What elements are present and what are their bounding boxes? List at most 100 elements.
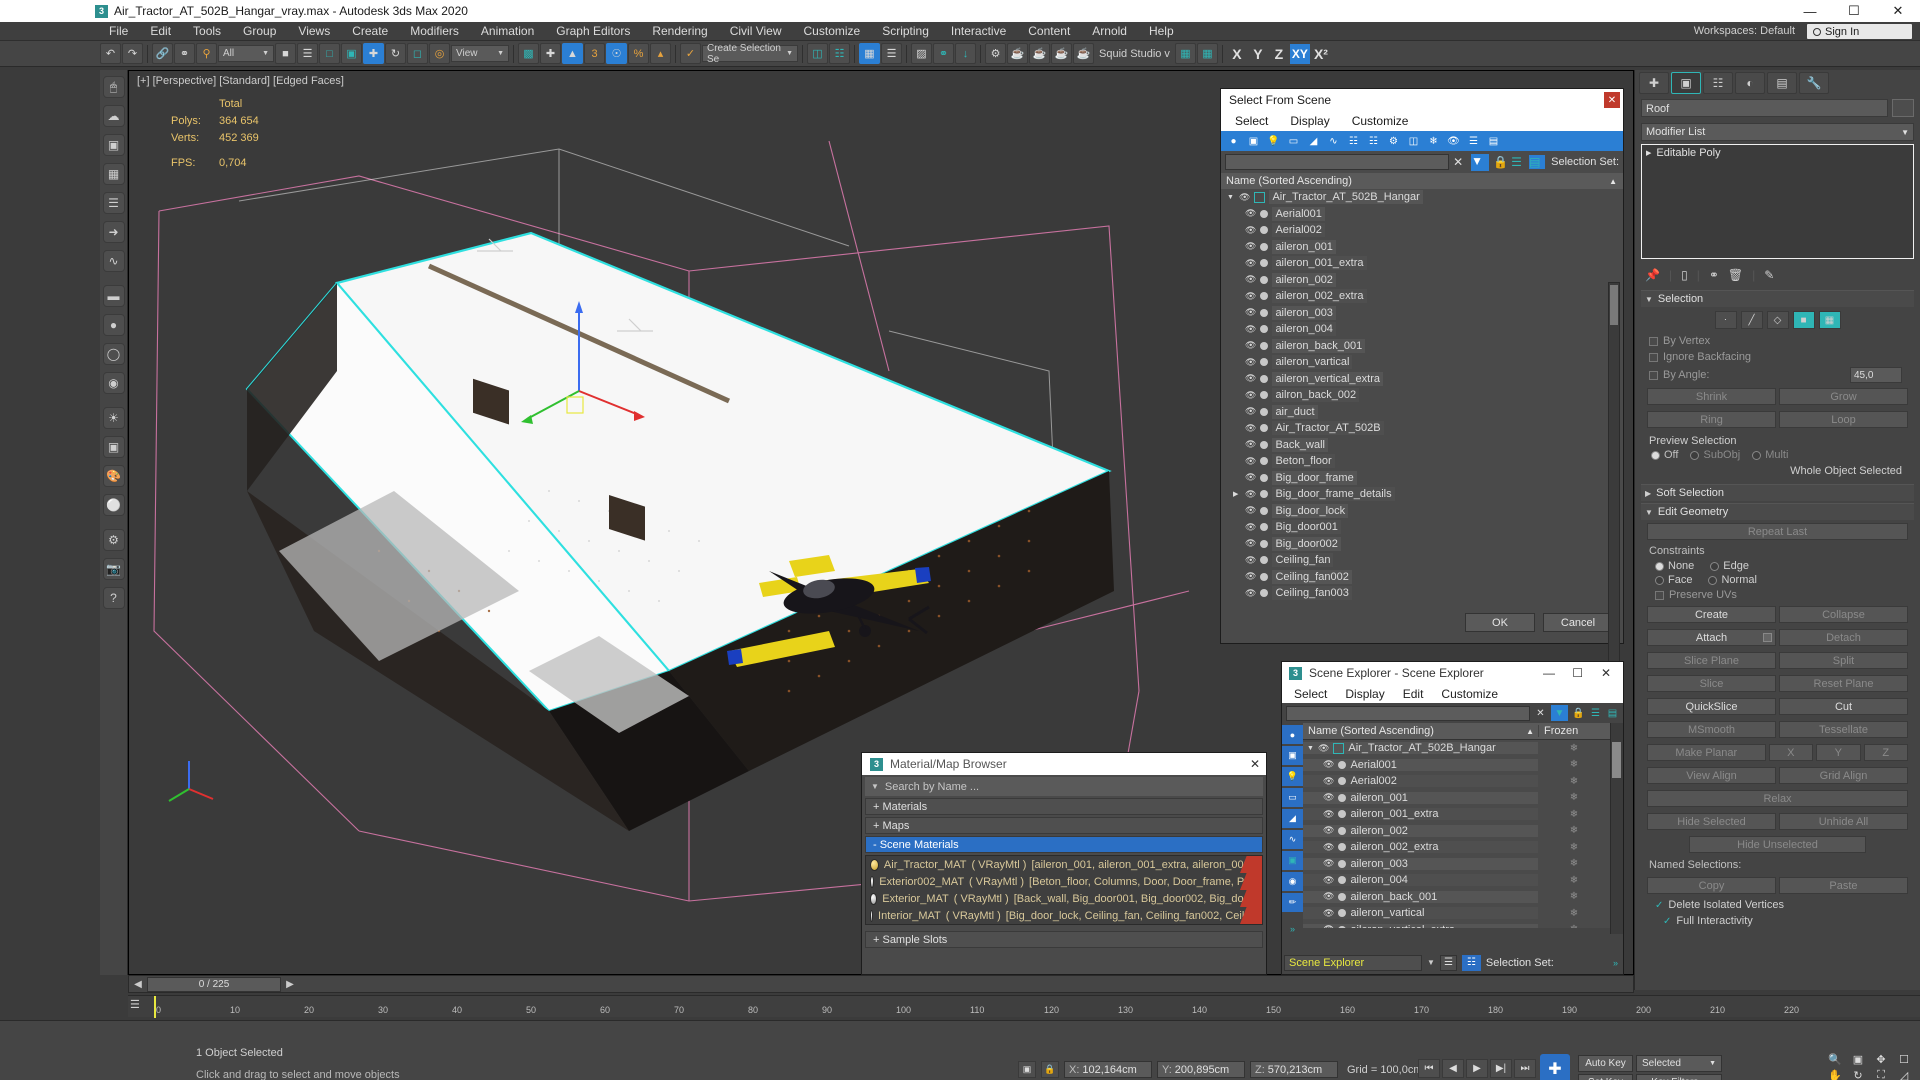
vertex-subobject-icon[interactable]: ⋅	[1714, 311, 1737, 329]
tree-row[interactable]: 👁 Ceiling_fan003	[1221, 585, 1623, 602]
time-slider-next-icon[interactable]: ▶	[281, 979, 299, 990]
visibility-icon[interactable]: 👁	[1245, 423, 1256, 434]
modifier-list-dropdown[interactable]: Modifier List ▼	[1641, 123, 1914, 141]
visibility-icon[interactable]: 👁	[1245, 406, 1256, 417]
time-slider-prev-icon[interactable]: ◀	[129, 979, 147, 990]
by-angle-row[interactable]: By Angle: 45,0	[1641, 365, 1914, 385]
select-and-move-icon[interactable]: ✚	[363, 43, 384, 64]
make-planar-button[interactable]: Make Planar	[1647, 744, 1766, 761]
se-frozen-cell[interactable]: ❄	[1538, 809, 1610, 820]
light-tool-icon[interactable]: ☀	[102, 407, 125, 429]
tree-scrollbar-thumb[interactable]	[1610, 285, 1618, 325]
filter-lights-icon[interactable]: 💡	[1265, 133, 1282, 149]
previous-frame-icon[interactable]: ◀	[1442, 1059, 1464, 1078]
visibility-icon[interactable]: 👁	[1245, 307, 1256, 318]
material-map-browser[interactable]: 3 Material/Map Browser ✕ ▼ Search by Nam…	[861, 752, 1267, 975]
render-iterative-icon[interactable]: ☕	[1051, 43, 1072, 64]
tree-row[interactable]: 👁 Ceiling_fan	[1221, 552, 1623, 569]
remove-modifier-icon[interactable]: 🗑	[1728, 268, 1743, 282]
reference-coordinate-combo[interactable]: View ▼	[451, 45, 509, 62]
pin-stack-icon[interactable]: 📌	[1645, 268, 1660, 282]
se-tree-row[interactable]: 👁 Aerial002 ❄	[1303, 773, 1610, 790]
root-expand-icon[interactable]: ▼	[1227, 194, 1235, 201]
key-filters-button[interactable]: Key Filters...	[1636, 1074, 1722, 1080]
visibility-icon[interactable]: 👁	[1245, 324, 1256, 335]
unhide-all-button[interactable]: Unhide All	[1779, 813, 1908, 830]
cloud-tool-icon[interactable]: ☁	[102, 105, 125, 127]
se-frozen-cell[interactable]: ❄	[1538, 759, 1610, 770]
snapshot-tool-icon[interactable]: 📷	[102, 558, 125, 580]
side-filter-lights-icon[interactable]: 💡	[1282, 767, 1303, 786]
select-and-rotate-icon[interactable]: ↻	[385, 43, 406, 64]
redo-icon[interactable]: ↷	[122, 43, 143, 64]
se-tree-row[interactable]: 👁 aileron_001_extra ❄	[1303, 806, 1610, 823]
se-tree-row[interactable]: 👁 aileron_002 ❄	[1303, 823, 1610, 840]
mmb-material-list[interactable]: Air_Tractor_MAT( VRayMtl ) [aileron_001, …	[865, 855, 1263, 925]
tree-scrollbar[interactable]	[1608, 282, 1620, 700]
menu-item-edit[interactable]: Edit	[139, 22, 182, 41]
snap-3d-icon[interactable]: 3	[584, 43, 605, 64]
align-icon[interactable]: ☷	[829, 43, 850, 64]
menu-item-views[interactable]: Views	[287, 22, 341, 41]
preview-multi-radio[interactable]: Multi	[1752, 449, 1788, 461]
mouse-tool-icon[interactable]: 🖱	[102, 76, 125, 98]
attach-settings-icon[interactable]	[1763, 633, 1772, 642]
preview-off-radio[interactable]: Off	[1651, 449, 1678, 461]
coordinate-lock-icon[interactable]: 🔒	[1041, 1061, 1059, 1078]
select-and-manipulate-icon[interactable]: ✚	[540, 43, 561, 64]
menu-item-interactive[interactable]: Interactive	[940, 22, 1017, 41]
scene-explorer-name-dropdown-icon[interactable]: ▼	[1427, 958, 1435, 967]
render-production-icon[interactable]: ☕	[1029, 43, 1050, 64]
render-tool-icon[interactable]: ⚙	[102, 529, 125, 551]
go-to-start-icon[interactable]: ⏮	[1418, 1059, 1440, 1078]
select-and-scale-icon[interactable]: ◻	[407, 43, 428, 64]
utilities-tab-icon[interactable]: 🔧	[1799, 72, 1829, 94]
filter-groups-icon[interactable]: ☷	[1365, 133, 1382, 149]
filter-space-warps-icon[interactable]: ∿	[1325, 133, 1342, 149]
visibility-icon[interactable]: 👁	[1245, 274, 1256, 285]
mmb-search-dropdown-icon[interactable]: ▼	[871, 782, 879, 791]
viewport-label[interactable]: [+] [Perspective] [Standard] [Edged Face…	[137, 75, 344, 87]
constraint-edge-radio[interactable]: Edge	[1710, 560, 1749, 572]
tree-row[interactable]: 👁 Beton_floor	[1221, 453, 1623, 470]
hide-unselected-button[interactable]: Hide Unselected	[1689, 836, 1866, 853]
se-visibility-icon[interactable]: 👁	[1323, 891, 1334, 902]
make-planar-x-button[interactable]: X	[1768, 744, 1814, 761]
coord-x-field[interactable]: X: 102,164cm	[1064, 1061, 1152, 1078]
se-tree-row[interactable]: 👁 aileron_001 ❄	[1303, 790, 1610, 807]
se-tree-row[interactable]: 👁 aileron_002_extra ❄	[1303, 839, 1610, 856]
tree-row[interactable]: 👁 aileron_003	[1221, 305, 1623, 322]
tree-row[interactable]: 👁 Ceiling_fan002	[1221, 569, 1623, 586]
se-frozen-cell[interactable]: ❄	[1538, 842, 1610, 853]
menu-item-create[interactable]: Create	[341, 22, 399, 41]
visibility-icon[interactable]: 👁	[1245, 390, 1256, 401]
polygon-subobject-icon[interactable]: ■	[1792, 311, 1815, 329]
visibility-icon[interactable]: 👁	[1245, 373, 1256, 384]
scene-explorer-minimize-icon[interactable]: —	[1543, 662, 1555, 684]
tree-row[interactable]: 👁 aileron_back_001	[1221, 338, 1623, 355]
filter-hidden-icon[interactable]: 👁	[1445, 133, 1462, 149]
scene-explorer-panel[interactable]: 3 Scene Explorer - Scene Explorer — ☐ ✕ …	[1281, 661, 1624, 975]
menu-item-animation[interactable]: Animation	[470, 22, 545, 41]
view-align-button[interactable]: View Align	[1647, 767, 1776, 784]
cut-button[interactable]: Cut	[1779, 698, 1908, 715]
layer-explorer-icon[interactable]: ▦	[859, 43, 880, 64]
mmb-close-icon[interactable]: ✕	[1250, 757, 1260, 771]
command-panel[interactable]: ✚ ▣ ☷ ◐ ▤ 🔧 Roof Modifier List ▼ ▶ Edita…	[1634, 70, 1920, 990]
studio-label[interactable]: Squid Studio v	[1099, 48, 1170, 60]
edit-named-selection-sets-icon[interactable]: ✓	[680, 43, 701, 64]
se-frozen-cell[interactable]: ❄	[1538, 908, 1610, 919]
se-frozen-cell[interactable]: ❄	[1538, 776, 1610, 787]
se-frozen-cell[interactable]: ❄	[1538, 743, 1610, 754]
visibility-icon[interactable]: 👁	[1245, 555, 1256, 566]
se-visibility-icon[interactable]: 👁	[1323, 809, 1334, 820]
sign-in-button[interactable]: Sign In	[1807, 24, 1912, 39]
full-interactivity-checkbox[interactable]: ✓ Full Interactivity	[1641, 913, 1914, 929]
expand-triangle-icon[interactable]: ▶	[1646, 149, 1651, 157]
menu-item-rendering[interactable]: Rendering	[641, 22, 718, 41]
row-expand-icon[interactable]: ▶	[1233, 490, 1241, 498]
list-tool-icon[interactable]: ☰	[102, 192, 125, 214]
msmooth-button[interactable]: MSmooth	[1647, 721, 1776, 738]
filter-shapes-icon[interactable]: ▣	[1245, 133, 1262, 149]
scene-tree[interactable]: ▼ 👁 Air_Tractor_AT_502B_Hangar 👁 Aerial001 👁 A…	[1221, 189, 1623, 607]
